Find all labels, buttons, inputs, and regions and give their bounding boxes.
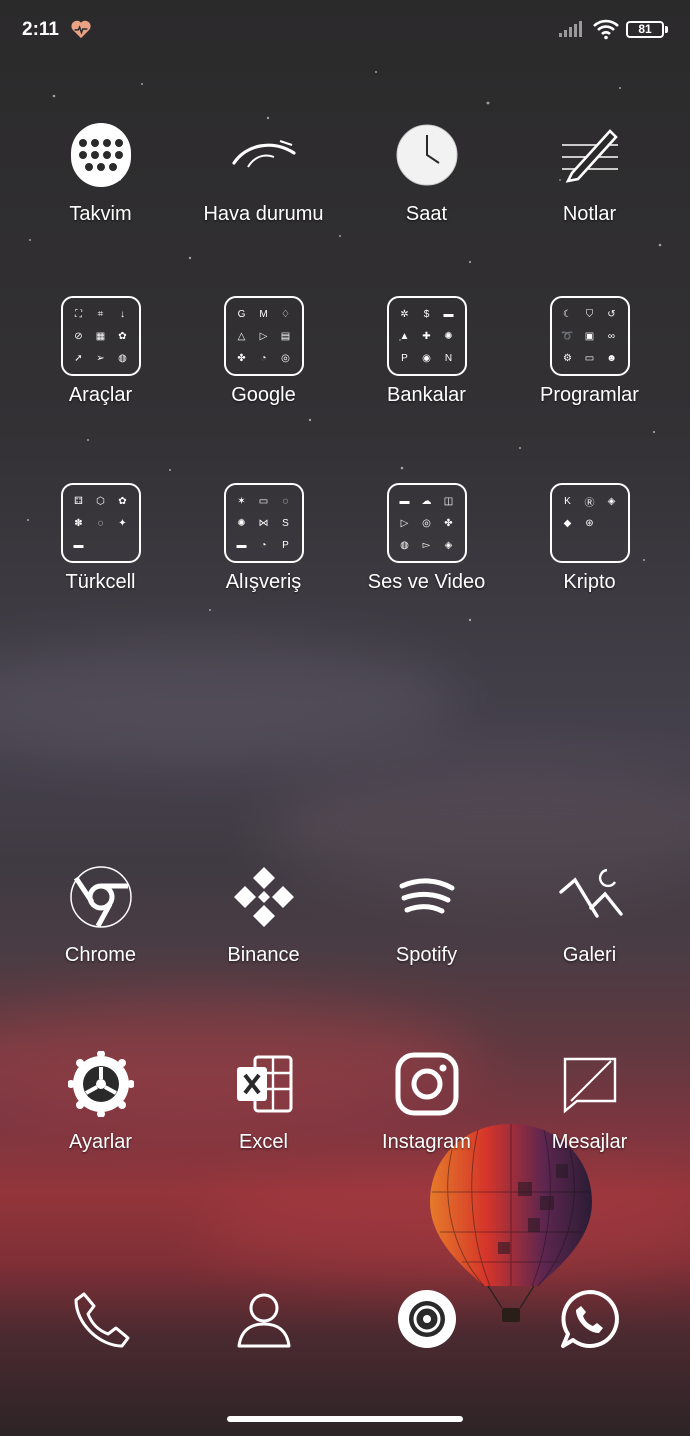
wifi-icon	[593, 19, 619, 40]
folder-label: Ses ve Video	[367, 571, 486, 593]
folder-icon: ⚃ ⬡ ✿ ✽ ◌ ✦ ▬	[60, 483, 141, 563]
app-label: Ayarlar	[69, 1131, 132, 1153]
folder-icon: ▬ ☁ ◫ ▷ ◎ ✤ ◍ ▻ ◈	[386, 483, 467, 563]
app-notlar[interactable]: Notlar	[508, 123, 671, 226]
folder-icon: ☾ ⛉ ↺ ➰ ▣ ∞ ⚙ ▭ ☻	[549, 296, 630, 376]
status-bar: 2:11 81	[0, 0, 690, 60]
messages-icon	[563, 1057, 616, 1114]
phone-icon	[74, 1292, 129, 1348]
spotify-icon	[399, 878, 454, 914]
app-label: Instagram	[382, 1131, 471, 1153]
folder-icon: ✲ $ ▬ ▲ ✚ ✺ P ◉ N	[386, 296, 467, 376]
app-mesajlar[interactable]: Mesajlar	[508, 1051, 671, 1154]
app-label: Chrome	[64, 944, 137, 966]
app-label: Takvim	[69, 203, 132, 225]
binance-icon	[233, 867, 294, 927]
battery-icon: 81	[626, 21, 668, 38]
gallery-icon	[558, 868, 623, 918]
settings-icon	[67, 1051, 134, 1117]
app-label: Galeri	[562, 944, 617, 966]
folder-araclar[interactable]: ⛶ ⌗ ↓ ⊘ ▦ ✿ ➚ ➢ ◍ Araçlar	[19, 296, 182, 407]
calendar-icon	[70, 123, 131, 187]
cloud	[0, 640, 460, 760]
dock-phone[interactable]	[19, 1288, 182, 1350]
app-label: Spotify	[395, 944, 458, 966]
signal-icon	[559, 21, 582, 37]
app-label: Mesajlar	[551, 1131, 628, 1153]
folder-icon: ⛶ ⌗ ↓ ⊘ ▦ ✿ ➚ ➢ ◍	[60, 296, 141, 376]
folder-turkcell[interactable]: ⚃ ⬡ ✿ ✽ ◌ ✦ ▬ Türkcell	[19, 483, 182, 594]
contacts-icon	[237, 1293, 290, 1348]
app-label: Saat	[405, 203, 448, 225]
app-spotify[interactable]: Spotify	[345, 864, 508, 967]
dock-contacts[interactable]	[182, 1288, 345, 1350]
folder-icon: G M ♢ △ ▷ ▤ ✤ ◔ ◎	[223, 296, 304, 376]
folder-label: Araçlar	[68, 384, 133, 406]
home-indicator[interactable]	[227, 1416, 463, 1422]
app-label: Excel	[239, 1131, 288, 1153]
chrome-icon	[69, 866, 132, 928]
app-hava-durumu[interactable]: Hava durumu	[182, 123, 345, 226]
instagram-icon	[395, 1052, 458, 1116]
folder-label: Türkcell	[65, 571, 136, 593]
status-time: 2:11	[22, 19, 59, 40]
folder-label: Programlar	[540, 384, 639, 406]
folder-label: Kripto	[563, 571, 616, 593]
dock-camera[interactable]	[345, 1288, 508, 1350]
notes-icon	[561, 129, 618, 183]
whatsapp-icon	[560, 1290, 619, 1348]
folder-alisveris[interactable]: ✶ ▭ ◌ ✺ ⋈ S ▬ ◔ P Alışveriş	[182, 483, 345, 594]
app-label: Hava durumu	[203, 203, 324, 225]
folder-programlar[interactable]: ☾ ⛉ ↺ ➰ ▣ ∞ ⚙ ▭ ☻ Programlar	[508, 296, 671, 407]
camera-icon	[397, 1290, 456, 1348]
heart-icon	[71, 20, 91, 39]
folder-label: Alışveriş	[225, 571, 302, 593]
folder-label: Google	[231, 384, 296, 406]
app-chrome[interactable]: Chrome	[19, 864, 182, 967]
folder-bankalar[interactable]: ✲ $ ▬ ▲ ✚ ✺ P ◉ N Bankalar	[345, 296, 508, 407]
app-binance[interactable]: Binance	[182, 864, 345, 967]
app-galeri[interactable]: Galeri	[508, 864, 671, 967]
app-instagram[interactable]: Instagram	[345, 1051, 508, 1154]
folder-google[interactable]: G M ♢ △ ▷ ▤ ✤ ◔ ◎ Google	[182, 296, 345, 407]
dock-whatsapp[interactable]	[508, 1288, 671, 1350]
folder-icon: ✶ ▭ ◌ ✺ ⋈ S ▬ ◔ P	[223, 483, 304, 563]
app-label: Binance	[227, 944, 300, 966]
app-ayarlar[interactable]: Ayarlar	[19, 1051, 182, 1154]
clock-icon	[396, 124, 457, 186]
folder-icon: K Ⓡ ◈ ◆ ⊛	[549, 483, 630, 563]
app-excel[interactable]: Excel	[182, 1051, 345, 1154]
excel-icon	[236, 1055, 292, 1113]
folder-ses-ve-video[interactable]: ▬ ☁ ◫ ▷ ◎ ✤ ◍ ▻ ◈ Ses ve Video	[345, 483, 508, 594]
folder-label: Bankalar	[387, 384, 466, 406]
weather-icon	[231, 140, 296, 168]
battery-level: 81	[638, 22, 652, 36]
app-takvim[interactable]: Takvim	[19, 123, 182, 226]
app-saat[interactable]: Saat	[345, 123, 508, 226]
folder-kripto[interactable]: K Ⓡ ◈ ◆ ⊛ Kripto	[508, 483, 671, 594]
app-label: Notlar	[562, 203, 617, 225]
